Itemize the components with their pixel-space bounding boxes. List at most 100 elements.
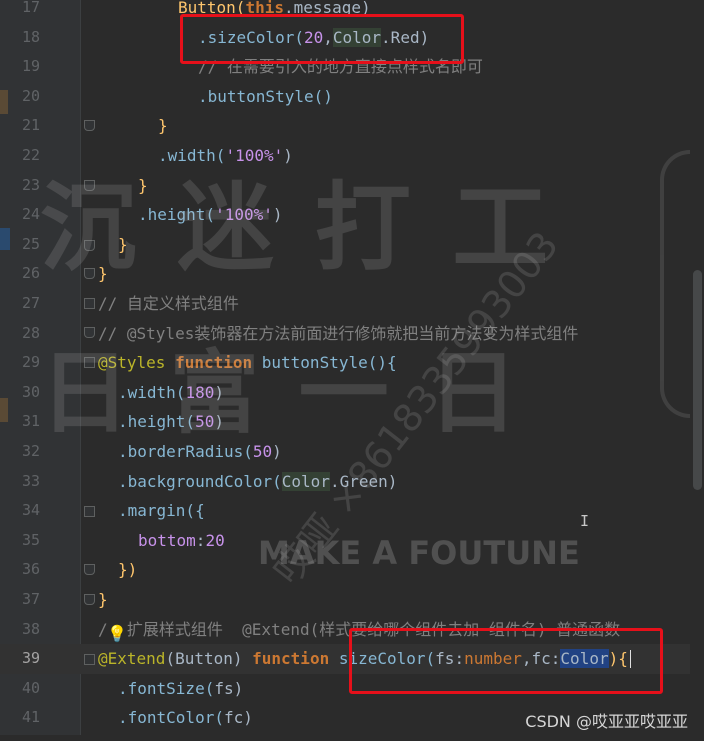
line-number: 32 xyxy=(21,442,40,460)
code-token: function xyxy=(175,353,262,373)
code-token: '100%' xyxy=(215,205,273,225)
code-text[interactable]: } xyxy=(138,171,148,201)
code-line[interactable]: 24 .height('100%') xyxy=(0,200,704,230)
fold-toggle-icon[interactable] xyxy=(84,654,95,665)
line-number: 36 xyxy=(21,560,40,579)
fold-toggle-icon[interactable] xyxy=(84,327,95,338)
code-text[interactable]: .width('100%') xyxy=(158,141,293,171)
code-text[interactable]: .height(50) xyxy=(118,407,224,437)
lightbulb-icon[interactable]: 💡 xyxy=(107,624,127,643)
code-line[interactable]: 36}) xyxy=(0,555,704,585)
code-text[interactable]: } xyxy=(158,111,168,141)
code-text[interactable]: .backgroundColor(Color.Green) xyxy=(118,467,397,497)
code-token: .width( xyxy=(158,146,226,165)
code-line[interactable]: 22 .width('100%') xyxy=(0,141,704,171)
fold-toggle-icon[interactable] xyxy=(84,564,95,575)
code-text[interactable]: @Styles function buttonStyle(){ xyxy=(98,348,397,378)
line-number: 20 xyxy=(21,86,40,105)
code-line[interactable]: 32 .borderRadius(50) xyxy=(0,437,704,467)
code-token: ) xyxy=(272,442,282,461)
code-line[interactable]: 26} xyxy=(0,259,704,289)
code-token: ) xyxy=(243,708,253,728)
fold-toggle-icon[interactable] xyxy=(84,357,95,368)
line-number: 23 xyxy=(21,175,40,194)
code-token: 50 xyxy=(195,412,215,432)
annotation-box-call xyxy=(180,14,464,64)
line-number: 29 xyxy=(21,353,40,372)
code-line[interactable]: 34 .margin({ xyxy=(0,496,704,526)
code-text[interactable]: // @Styles装饰器在方法前面进行修饰就把当前方法变为样式组件 xyxy=(98,319,578,349)
code-text[interactable]: .margin({ xyxy=(118,496,205,526)
scrollbar-thumb[interactable] xyxy=(693,270,702,490)
code-token: }) xyxy=(118,560,138,580)
code-token: } xyxy=(98,590,108,609)
code-token: bottom xyxy=(138,530,196,550)
line-number: 40 xyxy=(21,678,40,697)
code-text[interactable]: } xyxy=(118,230,128,260)
code-line[interactable]: 29 @Styles function buttonStyle(){ xyxy=(0,348,704,378)
code-text[interactable]: .width(180) xyxy=(118,378,224,408)
code-text[interactable]: .buttonStyle() xyxy=(198,82,333,112)
line-number: 28 xyxy=(21,323,40,342)
fold-toggle-icon[interactable] xyxy=(84,180,95,191)
line-number: 31 xyxy=(21,412,40,431)
code-token: function xyxy=(252,649,339,669)
line-number: 30 xyxy=(21,382,40,401)
code-token: fs xyxy=(214,678,234,698)
code-token: ) xyxy=(233,678,244,698)
code-line[interactable]: 28 // @Styles装饰器在方法前面进行修饰就把当前方法变为样式组件 xyxy=(0,319,704,349)
csdn-credit: CSDN @哎亚亚哎亚亚 xyxy=(525,712,688,731)
line-number: 37 xyxy=(21,590,40,608)
code-line[interactable]: 20 .buttonStyle() xyxy=(0,82,704,112)
code-line[interactable]: 30 .width(180) xyxy=(0,378,704,408)
code-line[interactable]: 33 .backgroundColor(Color.Green) xyxy=(0,467,704,497)
code-token: } xyxy=(118,234,128,254)
code-text[interactable]: .borderRadius(50) xyxy=(118,437,282,467)
code-line[interactable]: 31 .height(50) xyxy=(0,407,704,437)
code-text[interactable]: .fontSize(fs) xyxy=(118,674,243,704)
code-token: : xyxy=(195,530,206,550)
fold-toggle-icon[interactable] xyxy=(84,240,95,251)
code-text[interactable]: } xyxy=(98,585,108,615)
fold-toggle-icon[interactable] xyxy=(84,298,95,309)
fold-toggle-icon[interactable] xyxy=(84,594,95,605)
code-line[interactable]: 37} xyxy=(0,585,704,615)
mouse-ibeam-icon: I xyxy=(580,512,590,530)
code-token: Color xyxy=(281,471,330,491)
line-number: 26 xyxy=(21,264,40,283)
code-text[interactable]: // 自定义样式组件 xyxy=(98,289,239,319)
code-text[interactable]: bottom:20 xyxy=(138,526,225,556)
line-number: 17 xyxy=(21,0,40,16)
code-token: fc xyxy=(223,708,244,728)
annotation-box-definition xyxy=(349,628,663,694)
code-token: 180 xyxy=(185,382,215,402)
code-text[interactable]: }) xyxy=(118,555,137,585)
code-line[interactable]: 27 // 自定义样式组件 xyxy=(0,289,704,319)
code-line[interactable]: 23} xyxy=(0,171,704,201)
line-number: 41 xyxy=(21,708,40,727)
code-line[interactable]: 25} xyxy=(0,230,704,260)
code-line[interactable]: 35 bottom:20 xyxy=(0,526,704,556)
vertical-scrollbar[interactable] xyxy=(690,0,704,741)
code-editor[interactable]: 17 Button(this.message) 18 .sizeColor(20,Co… xyxy=(0,0,704,741)
line-number: 39 xyxy=(21,649,40,668)
code-token: .backgroundColor( xyxy=(118,471,282,491)
code-text[interactable]: .fontColor(fc) xyxy=(118,703,253,733)
fold-toggle-icon[interactable] xyxy=(84,506,95,517)
code-line[interactable]: 21} xyxy=(0,111,704,141)
code-text[interactable]: } xyxy=(98,259,108,289)
fold-toggle-icon[interactable] xyxy=(84,120,95,131)
fold-toggle-icon[interactable] xyxy=(84,268,95,279)
bottom-strip xyxy=(0,735,704,741)
line-number: 18 xyxy=(21,27,40,46)
line-number: 21 xyxy=(21,116,40,135)
code-token: } xyxy=(98,264,108,284)
code-token: .buttonStyle() xyxy=(198,86,333,106)
line-number: 27 xyxy=(21,294,40,312)
code-token: ) xyxy=(214,412,224,432)
code-text[interactable]: .height('100%') xyxy=(138,200,283,230)
code-token: } xyxy=(158,116,168,136)
line-number: 22 xyxy=(21,146,40,164)
line-number: 25 xyxy=(21,234,40,253)
code-token: .width( xyxy=(118,382,186,402)
